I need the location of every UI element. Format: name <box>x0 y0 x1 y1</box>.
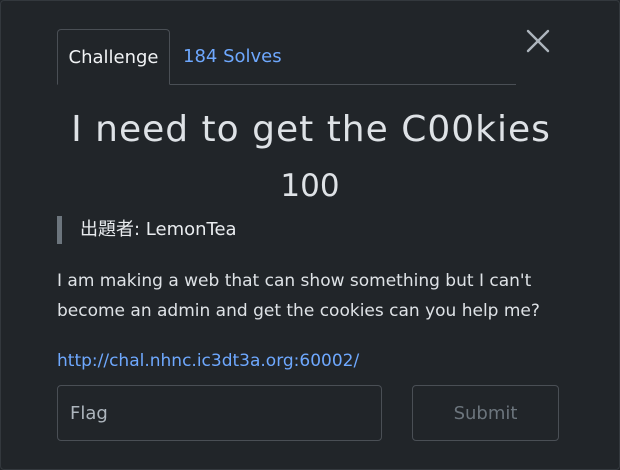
challenge-title: I need to get the C00kies <box>71 109 551 150</box>
challenge-link[interactable]: http://chal.nhnc.ic3dt3a.org:60002/ <box>57 347 359 375</box>
challenge-description: I am making a web that can show somethin… <box>57 271 540 321</box>
tab-solves[interactable]: 184 Solves <box>183 29 282 84</box>
challenge-points: 100 <box>280 168 340 204</box>
close-button[interactable] <box>524 27 552 55</box>
tab-challenge[interactable]: Challenge <box>57 29 170 85</box>
submit-button[interactable]: Submit <box>412 385 559 441</box>
challenge-modal: Challenge 184 Solves I need to get the C… <box>0 0 620 470</box>
modal-tabs: Challenge 184 Solves <box>57 29 516 85</box>
flag-input[interactable] <box>57 385 382 441</box>
challenge-author: 出題者: LemonTea <box>57 216 237 244</box>
close-x-icon <box>526 29 550 53</box>
